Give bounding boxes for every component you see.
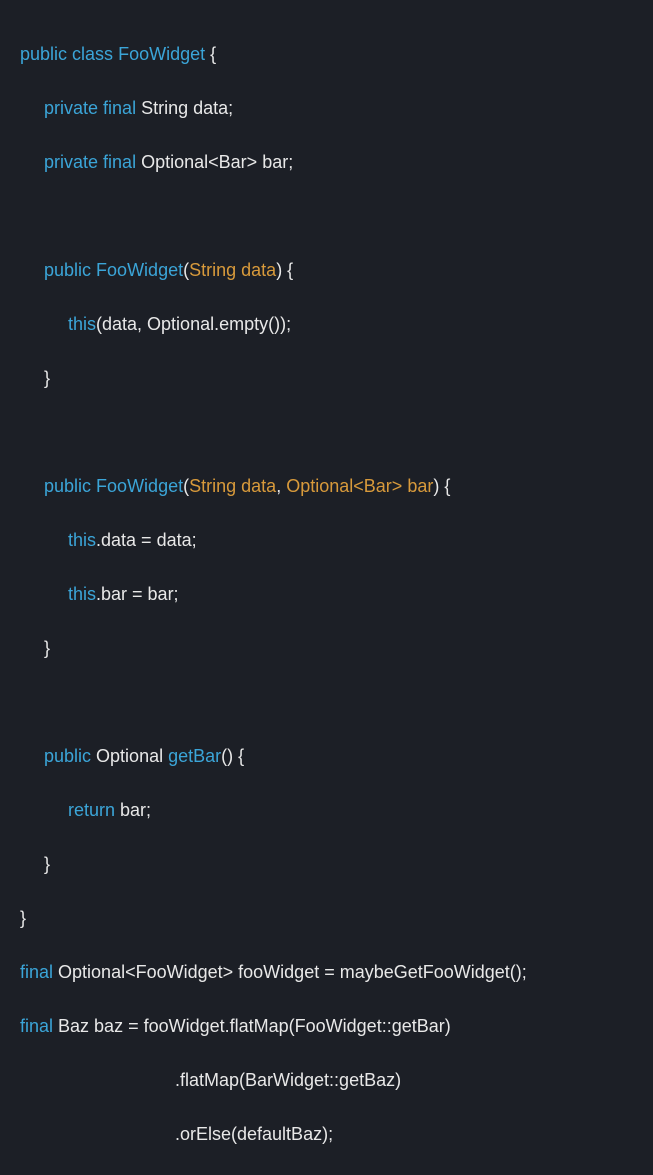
code-line: } (20, 905, 633, 932)
keyword-this: this (68, 584, 96, 604)
constructor-name: FooWidget (96, 260, 183, 280)
brace: } (44, 368, 50, 388)
code-line: .orElse(defaultBaz); (20, 1121, 633, 1148)
angle-bracket: > (392, 476, 403, 496)
code-line: public Optional getBar() { (20, 743, 633, 770)
code-line: } (20, 635, 633, 662)
keyword-private: private (44, 98, 98, 118)
brace: { (210, 44, 216, 64)
declaration: fooWidget = maybeGetFooWidget(); (233, 962, 527, 982)
declaration: Baz baz = fooWidget.flatMap(FooWidget::g… (53, 1016, 451, 1036)
keyword-final: final (20, 1016, 53, 1036)
code-line: private final String data; (20, 95, 633, 122)
brace: } (44, 854, 50, 874)
paren-brace: ) { (433, 476, 450, 496)
code-line: public FooWidget(String data, Optional<B… (20, 473, 633, 500)
code-line: .flatMap(BarWidget::getBaz) (20, 1067, 633, 1094)
keyword-public: public (20, 44, 67, 64)
paren-brace: ) { (276, 260, 293, 280)
keyword-return: return (68, 800, 115, 820)
code-line: public FooWidget(String data) { (20, 257, 633, 284)
field-name: bar; (262, 152, 293, 172)
keyword-public: public (44, 746, 91, 766)
keyword-final: final (103, 98, 136, 118)
keyword-final: final (103, 152, 136, 172)
code-line: this(data, Optional.empty()); (20, 311, 633, 338)
code-line: return bar; (20, 797, 633, 824)
chain-call: .flatMap(BarWidget::getBaz) (175, 1070, 401, 1090)
keyword-public: public (44, 476, 91, 496)
code-line: private final Optional<Bar> bar; (20, 149, 633, 176)
field-name: data; (193, 98, 233, 118)
param-type: String (189, 476, 236, 496)
type: FooWidget (136, 962, 223, 982)
type: String (141, 98, 188, 118)
keyword-private: private (44, 152, 98, 172)
brace: } (20, 908, 26, 928)
keyword-this: this (68, 314, 96, 334)
blank-line (20, 419, 633, 446)
parens-brace: () { (221, 746, 244, 766)
type: Optional (96, 746, 163, 766)
angle-bracket: < (208, 152, 219, 172)
return-value: bar; (115, 800, 151, 820)
param-type: Bar (364, 476, 392, 496)
code-line: this.data = data; (20, 527, 633, 554)
chain-call: .orElse(defaultBaz); (175, 1124, 333, 1144)
code-line: } (20, 365, 633, 392)
blank-line (20, 203, 633, 230)
param-type: String (189, 260, 236, 280)
constructor-name: FooWidget (96, 476, 183, 496)
code-line: this.bar = bar; (20, 581, 633, 608)
param-name: data (241, 260, 276, 280)
code-line: } (20, 851, 633, 878)
angle-bracket: < (353, 476, 364, 496)
code-line: final Baz baz = fooWidget.flatMap(FooWid… (20, 1013, 633, 1040)
assignment: .bar = bar; (96, 584, 179, 604)
keyword-this: this (68, 530, 96, 550)
assignment: .data = data; (96, 530, 197, 550)
param-name: data (241, 476, 276, 496)
call: (data, Optional.empty()); (96, 314, 291, 334)
code-line: public class FooWidget { (20, 41, 633, 68)
keyword-final: final (20, 962, 53, 982)
type: Optional (53, 962, 125, 982)
type: Bar (219, 152, 247, 172)
brace: } (44, 638, 50, 658)
class-name: FooWidget (118, 44, 205, 64)
comma: , (276, 476, 286, 496)
code-snippet: public class FooWidget { private final S… (20, 14, 633, 1175)
angle-bracket: > (247, 152, 258, 172)
angle-bracket: > (223, 962, 234, 982)
blank-line (20, 689, 633, 716)
keyword-public: public (44, 260, 91, 280)
method-name: getBar (168, 746, 221, 766)
angle-bracket: < (125, 962, 136, 982)
keyword-class: class (72, 44, 113, 64)
type: Optional (141, 152, 208, 172)
code-line: final Optional<FooWidget> fooWidget = ma… (20, 959, 633, 986)
param-name: bar (407, 476, 433, 496)
param-type: Optional (286, 476, 353, 496)
